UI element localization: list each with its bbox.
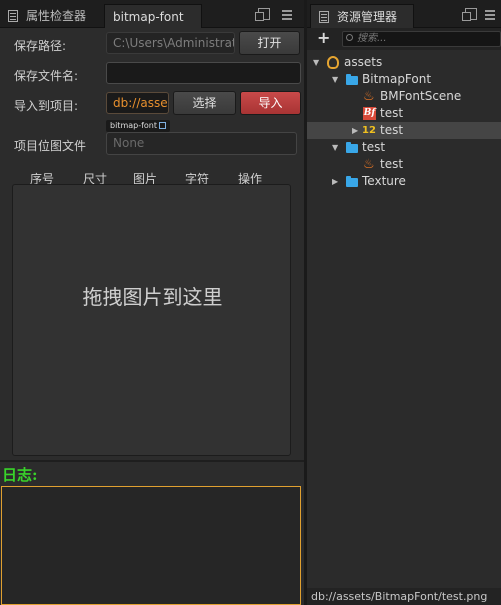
bitmap-font-icon: Bf — [363, 107, 376, 120]
tab-inspector[interactable]: 属性检查器 — [0, 4, 100, 28]
tree-item-test-bitmapfont[interactable]: Bf test — [307, 105, 501, 122]
drop-hint-text: 拖拽图片到这里 — [82, 285, 223, 309]
assets-search-input[interactable]: 搜索... — [342, 31, 501, 47]
chevron-down-icon[interactable]: ▼ — [332, 71, 338, 88]
chevron-right-icon[interactable]: ▶ — [352, 122, 358, 139]
chevron-down-icon[interactable]: ▼ — [313, 54, 319, 71]
database-icon — [327, 56, 339, 69]
fire-scene-icon: ♨ — [363, 157, 375, 172]
inspector-panel: 属性检查器 bitmap-font 保存路径: C:\Users\Adminis… — [0, 0, 304, 605]
tree-item-bmfontscene[interactable]: ♨ BMFontScene — [307, 88, 501, 105]
tree-item-texture-folder[interactable]: ▶ Texture — [307, 173, 501, 190]
assets-toolbar: + 搜索... — [307, 28, 501, 50]
tree-item-label: Texture — [362, 174, 406, 188]
tree-item-label: test — [362, 140, 386, 154]
folder-icon — [346, 176, 358, 187]
tree-item-assets[interactable]: ▼ assets — [307, 54, 501, 71]
bitmap-font-tag-label: bitmap-font — [110, 121, 158, 130]
log-label: 日志: — [2, 466, 38, 484]
bitmap-file-label: 项目位图文件 — [14, 139, 87, 153]
assets-menu-icon[interactable] — [484, 8, 496, 20]
tree-item-bitmapfont-folder[interactable]: ▼ BitmapFont — [307, 71, 501, 88]
tree-item-test-folder[interactable]: ▼ test — [307, 139, 501, 156]
tree-item-label: test — [380, 157, 404, 171]
tree-item-test-labelatlas[interactable]: ▶ 12 test — [307, 122, 501, 139]
save-path-field[interactable]: C:\Users\Administrato — [106, 32, 235, 54]
folder-icon — [346, 74, 358, 85]
inspector-icon — [8, 10, 18, 22]
tree-item-label: test — [380, 123, 404, 137]
search-placeholder: 搜索... — [357, 33, 387, 44]
chevron-right-icon[interactable]: ▶ — [332, 173, 338, 190]
tree-item-label: assets — [344, 55, 383, 69]
bitmap-font-tag: bitmap-font — [106, 120, 171, 132]
inspector-tabbar: 属性检查器 bitmap-font — [0, 0, 304, 28]
import-button[interactable]: 导入 — [240, 91, 301, 115]
asset-path-status: db://assets/BitmapFont/test.png — [307, 588, 501, 605]
assets-panel: 资源管理器 + 搜索... ▼ assets ▼ BitmapFont ♨ BM… — [307, 0, 501, 605]
tab-assets[interactable]: 资源管理器 — [310, 4, 414, 28]
search-icon — [346, 34, 353, 41]
chevron-down-icon[interactable]: ▼ — [332, 139, 338, 156]
tree-item-test-scene[interactable]: ♨ test — [307, 156, 501, 173]
panel-menu-icon[interactable] — [281, 8, 293, 20]
bitmap-file-field[interactable]: None — [106, 132, 297, 155]
open-button[interactable]: 打开 — [239, 31, 300, 55]
label-atlas-icon: 12 — [362, 125, 376, 136]
assets-popout-icon[interactable] — [462, 8, 477, 21]
assets-icon — [319, 11, 329, 23]
save-filename-label: 保存文件名: — [14, 69, 79, 83]
popout-icon[interactable] — [255, 8, 270, 21]
tree-item-label: BitmapFont — [362, 72, 432, 86]
import-project-label: 导入到项目: — [14, 99, 79, 113]
tab-bitmap-font-label: bitmap-font — [113, 10, 184, 24]
tab-inspector-label: 属性检查器 — [26, 9, 87, 23]
import-path-field[interactable]: db://asse — [106, 92, 169, 114]
log-divider — [0, 460, 304, 462]
save-path-label: 保存路径: — [14, 39, 67, 53]
tab-bitmap-font[interactable]: bitmap-font — [104, 4, 202, 28]
image-drop-zone[interactable]: 拖拽图片到这里 — [12, 184, 291, 456]
tree-item-label: BMFontScene — [380, 89, 462, 103]
log-output[interactable] — [1, 486, 301, 605]
fire-scene-icon: ♨ — [363, 89, 375, 104]
select-button[interactable]: 选择 — [173, 91, 236, 115]
save-filename-field[interactable] — [106, 62, 301, 84]
tree-item-label: test — [380, 106, 404, 120]
link-icon — [159, 122, 167, 129]
tab-assets-label: 资源管理器 — [337, 10, 398, 24]
folder-icon — [346, 142, 358, 153]
assets-tabbar: 资源管理器 — [307, 0, 501, 28]
add-asset-button[interactable]: + — [317, 30, 330, 46]
